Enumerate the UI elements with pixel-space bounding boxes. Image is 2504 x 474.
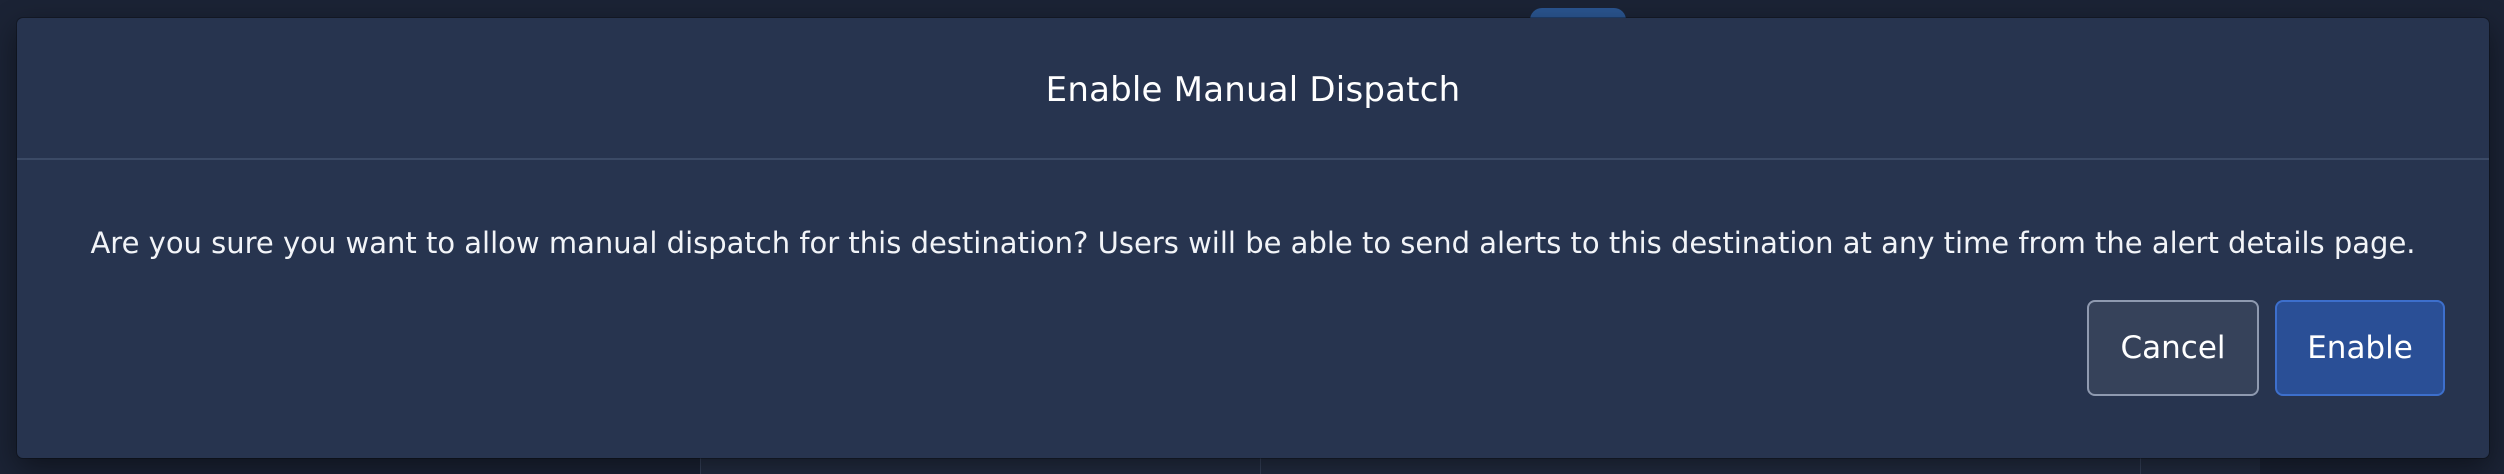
background-cell-divider: [1260, 458, 1261, 474]
dialog-header: Enable Manual Dispatch: [17, 18, 2489, 160]
confirm-dialog: Enable Manual Dispatch Are you sure you …: [17, 18, 2489, 458]
cancel-button[interactable]: Cancel: [2087, 300, 2259, 396]
background-table-row: [700, 458, 2260, 474]
background-cell-divider: [700, 458, 701, 474]
dialog-title: Enable Manual Dispatch: [1045, 70, 1461, 110]
background-cell-divider: [2140, 458, 2141, 474]
dialog-message: Are you sure you want to allow manual di…: [90, 226, 2416, 260]
dialog-actions: Cancel Enable: [2087, 300, 2445, 396]
enable-button[interactable]: Enable: [2275, 300, 2445, 396]
